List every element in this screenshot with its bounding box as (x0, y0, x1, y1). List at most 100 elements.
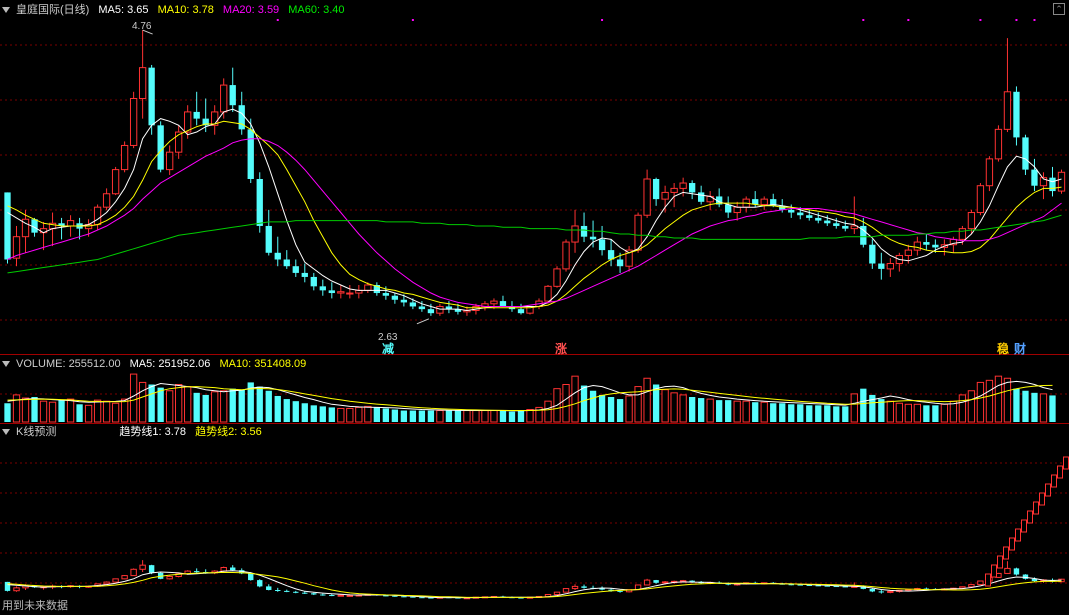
candle-body-up (913, 241, 922, 251)
forecast-candle-down (869, 588, 876, 592)
candle-body-down (824, 220, 831, 224)
forecast-candle-up (643, 579, 651, 586)
volume-bar-up (895, 402, 903, 423)
candle-body-down (301, 272, 308, 277)
candle-body-down (310, 276, 317, 287)
candle-body-up (562, 241, 570, 270)
candle-body-up (120, 144, 129, 171)
candle-body-up (129, 98, 138, 146)
volume-bar-down (788, 404, 795, 422)
volume-bar-up (1003, 377, 1012, 423)
candle-body-up (553, 268, 561, 287)
candle-body-down (319, 286, 326, 291)
volume-bar-up (175, 384, 183, 423)
candle-body-down (247, 129, 254, 179)
volume-bar-up (733, 400, 741, 423)
forecast-future-candle (1039, 492, 1045, 506)
forecast-future-candle (1015, 528, 1021, 542)
volume-bar-down (1049, 395, 1056, 422)
forecast-candle-down (653, 580, 659, 583)
candle-body-up (111, 169, 120, 195)
candle-body-up (760, 198, 768, 205)
forecast-future-candle (1063, 456, 1069, 470)
volume-bar-down (815, 405, 822, 422)
volume-bar-up (48, 401, 57, 423)
candle-body-up (364, 284, 372, 291)
forecast-candle-up (103, 581, 110, 585)
forecast-candle-down (266, 586, 272, 590)
volume-bar-down (391, 409, 399, 422)
forecast-candle-down (1022, 574, 1029, 579)
volume-bar-down (770, 403, 777, 422)
candle-body-down (842, 225, 849, 229)
candle-body-up (346, 292, 354, 295)
forecast-candle-down (581, 586, 587, 588)
volume-bar-up (670, 392, 678, 423)
signal-dot (411, 19, 414, 21)
forecast-future-candle (991, 564, 997, 578)
volume-bar-up (84, 404, 93, 423)
volume-bar-down (265, 390, 272, 422)
forecast-candle-down (401, 596, 407, 598)
volume-bar-down (319, 406, 326, 422)
forecast-candle-down (842, 586, 848, 588)
forecast-future-candle (1051, 474, 1057, 488)
volume-bar-up (436, 410, 444, 423)
volume-bar-down (1013, 388, 1020, 422)
volume-bar-down (716, 400, 723, 422)
forecast-candle-down (4, 581, 11, 591)
forecast-candle-up (553, 591, 561, 596)
candle-body-up (166, 151, 174, 171)
forecast-future-candle (1057, 465, 1063, 479)
volume-bar-down (229, 388, 236, 422)
candle-body-up (670, 187, 678, 193)
forecast-candle-down (320, 594, 326, 596)
volume-bar-up (544, 400, 552, 423)
volume-bar-down (409, 410, 417, 422)
forecast-candle-down (148, 565, 155, 573)
volume-bar-down (445, 410, 453, 422)
volume-bar-up (472, 410, 480, 423)
signal-wen: 稳 (997, 342, 1010, 356)
volume-bar-down (4, 403, 11, 422)
candle-body-down (265, 225, 272, 253)
volume-bar-down (688, 397, 696, 422)
volume-bar-down (373, 407, 381, 422)
forecast-candle-up (13, 587, 20, 592)
volume-bar-up (66, 398, 75, 423)
volume-bar-down (517, 410, 525, 422)
volume-bar-up (220, 390, 228, 423)
candle-body-down (1049, 177, 1056, 192)
volume-bar-down (923, 405, 930, 422)
candle-body-down (833, 223, 840, 226)
forecast-candle-down (617, 590, 623, 592)
volume-bar-down (1031, 392, 1038, 422)
forecast-candle-down (302, 592, 308, 594)
forecast-future-candle (1027, 510, 1033, 524)
volume-bar-down (382, 408, 390, 422)
candle-body-down (688, 183, 696, 193)
signal-dot (1015, 19, 1018, 21)
footer-note: 用到未来数据 (2, 600, 68, 612)
volume-bar-down (148, 384, 155, 422)
volume-bar-up (337, 407, 345, 423)
forecast-candle-up (166, 576, 173, 580)
volume-bar-down (58, 400, 65, 422)
volume-bar-down (256, 386, 263, 422)
volume-bar-up (886, 400, 894, 423)
volume-bar-up (129, 373, 138, 423)
volume-bar-up (571, 375, 579, 423)
volume-bar-up (1039, 393, 1048, 423)
volume-bar-up (904, 403, 913, 423)
candle-body-up (138, 67, 147, 100)
volume-bar-down (310, 405, 317, 422)
volume-bar-down (283, 399, 290, 422)
volume-bar-down (616, 399, 624, 422)
candle-body-down (193, 111, 200, 119)
volume-bar-up (346, 407, 354, 423)
candle-body-down (517, 309, 525, 314)
low-pointer (416, 318, 430, 325)
signal-dot (862, 19, 865, 21)
volume-bar-down (824, 405, 831, 422)
ma-line-ma20 (7, 138, 1062, 307)
